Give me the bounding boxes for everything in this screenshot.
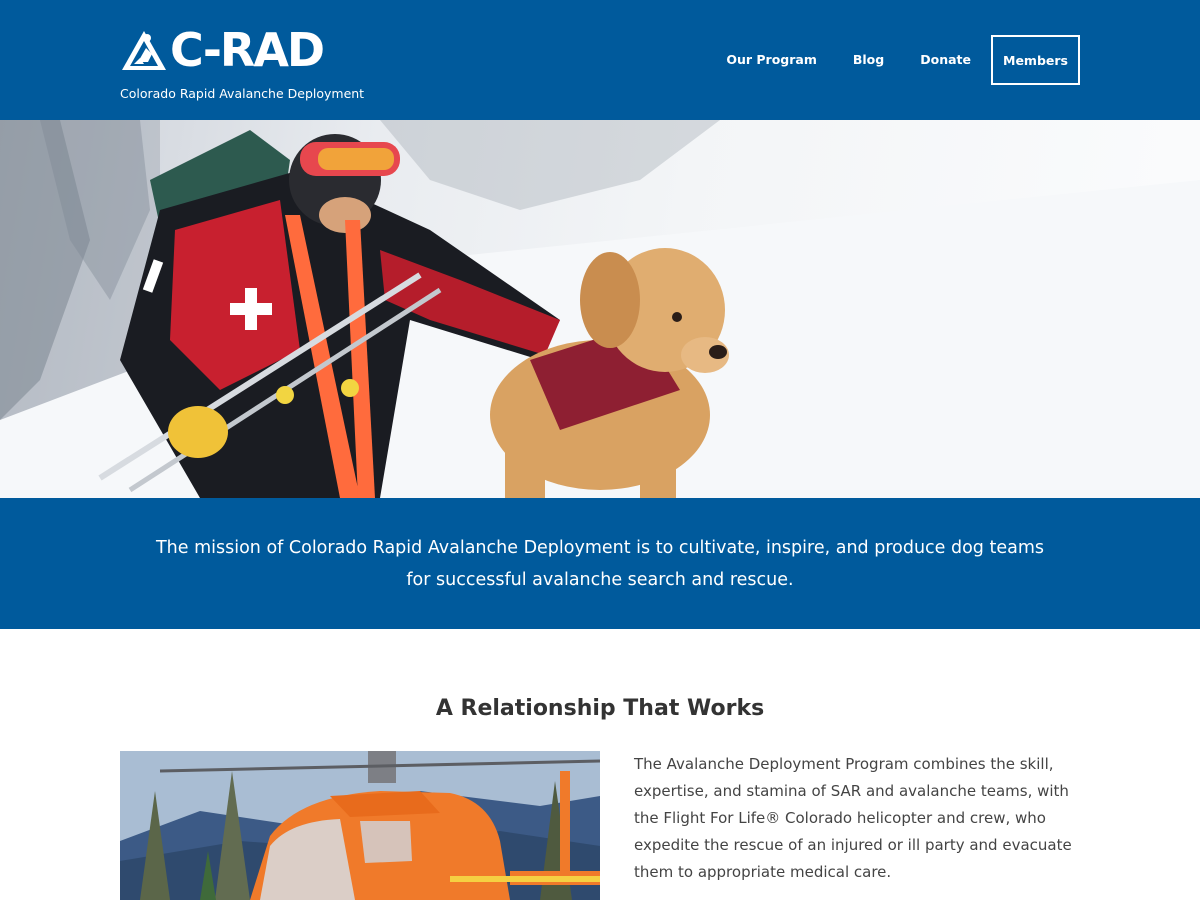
- nav-blog[interactable]: Blog: [853, 35, 884, 85]
- logo-link[interactable]: C-RAD: [120, 23, 325, 77]
- section-heading: A Relationship That Works: [435, 696, 765, 721]
- mountain-rescuer-icon: [122, 31, 166, 70]
- relationship-description: The Avalanche Deployment Program combine…: [634, 755, 1072, 881]
- helicopter-photo: [120, 751, 600, 900]
- logo-wordmark: C-RAD: [170, 23, 325, 77]
- site-header: C-RAD Colorado Rapid Avalanche Deploymen…: [0, 0, 1200, 120]
- hero-image: [0, 120, 1200, 498]
- site-tagline: Colorado Rapid Avalanche Deployment: [120, 86, 365, 101]
- helicopter-image: [120, 751, 600, 900]
- mission-banner: The mission of Colorado Rapid Avalanche …: [0, 498, 1200, 629]
- logo: C-RAD: [120, 23, 325, 77]
- rescuer-with-dog-photo: [0, 120, 1200, 498]
- main-nav: Our Program Blog Donate Members: [726, 35, 1080, 85]
- nav-our-program[interactable]: Our Program: [726, 35, 817, 85]
- members-button[interactable]: Members: [991, 35, 1080, 85]
- nav-donate[interactable]: Donate: [920, 35, 971, 85]
- mission-statement: The mission of Colorado Rapid Avalanche …: [155, 537, 1044, 590]
